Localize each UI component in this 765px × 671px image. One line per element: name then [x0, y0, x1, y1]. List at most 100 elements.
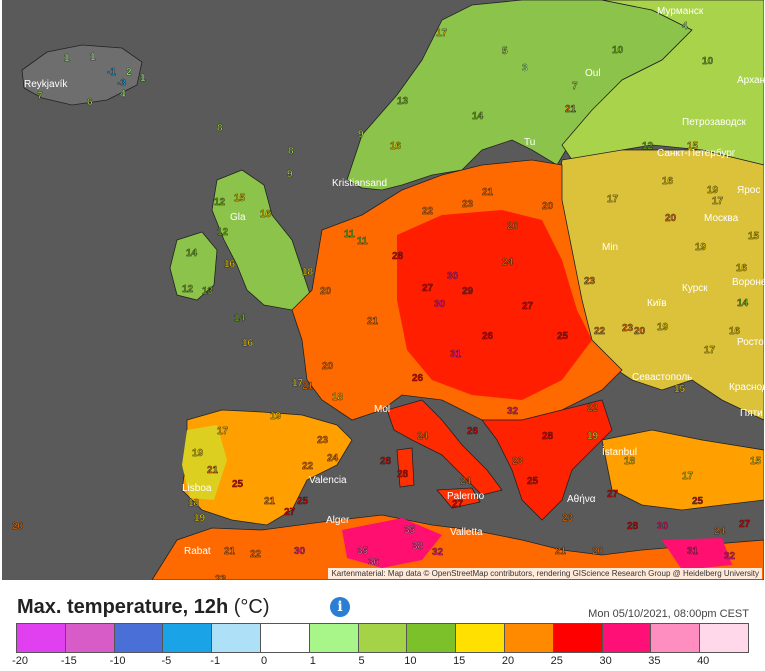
city-label: Valencia [309, 475, 347, 486]
scale-tick-label: -20 [12, 655, 28, 667]
temperature-reading: -3 [117, 78, 126, 89]
scale-swatch [17, 623, 66, 653]
temperature-reading: 24 [417, 431, 429, 442]
scale-tick-label: -10 [109, 655, 126, 667]
city-label: Київ [647, 298, 667, 309]
temperature-reading: 21 [302, 381, 314, 392]
temperature-reading: 36 [368, 557, 380, 568]
city-label: Курск [682, 283, 708, 294]
scale-tick-label: -5 [161, 655, 172, 667]
temperature-reading: 18 [624, 456, 636, 467]
scale-ticks: -20 -15 -10 -5 -1 0 1 5 10 15 20 25 30 35 40 [12, 655, 748, 669]
temperature-reading: 1 [90, 52, 96, 63]
temperature-reading: 11 [344, 229, 355, 240]
temperature-reading: 18 [302, 267, 314, 278]
city-label: Oul [585, 68, 601, 79]
temperature-reading: 31 [687, 546, 699, 557]
temperature-reading: 35 [404, 525, 416, 536]
temperature-reading: 17 [712, 196, 724, 207]
scale-swatch [260, 623, 310, 653]
temperature-reading: 16 [736, 263, 748, 274]
temperature-reading: 23 [622, 323, 634, 334]
scale-swatch [114, 623, 164, 653]
temperature-reading: 8 [217, 123, 223, 134]
temperature-reading: 23 [512, 456, 524, 467]
scale-swatch [700, 623, 749, 653]
temperature-reading: 28 [542, 431, 554, 442]
temperature-reading: 32 [724, 551, 736, 562]
temperature-reading: 26 [482, 331, 494, 342]
temperature-reading: 21 [565, 104, 577, 115]
scale-swatch [504, 623, 554, 653]
temperature-reading: 21 [224, 546, 236, 557]
temperature-reading: 27 [522, 301, 534, 312]
temperature-reading: 13 [202, 286, 214, 297]
temperature-reading: 19 [657, 322, 669, 333]
temperature-reading: 19 [192, 448, 204, 459]
temperature-reading: 26 [467, 426, 479, 437]
temperature-reading: 25 [232, 479, 244, 490]
map-attribution[interactable]: Kartenmaterial: Map data © OpenStreetMap… [328, 568, 762, 579]
city-label: Mol [374, 404, 390, 415]
temperature-reading: 26 [412, 373, 424, 384]
temperature-reading: 24 [502, 257, 514, 268]
temperature-reading: 20 [320, 286, 332, 297]
temperature-reading: 21 [367, 316, 379, 327]
temperature-reading: 23 [562, 513, 574, 524]
color-scale [16, 623, 749, 653]
temperature-reading: 1 [140, 73, 146, 84]
scale-tick-label: 10 [404, 655, 417, 667]
temperature-reading: 24 [327, 453, 339, 464]
scale-tick-label: 40 [697, 655, 710, 667]
temperature-reading: 22 [594, 326, 606, 337]
temperature-reading: 12 [182, 284, 194, 295]
temperature-reading: 15 [750, 456, 762, 467]
temperature-reading: 29 [462, 286, 474, 297]
scale-tick-label: 20 [501, 655, 515, 667]
scale-tick-label: 30 [599, 655, 612, 667]
temperature-reading: 16 [729, 326, 741, 337]
city-label: Alger [326, 515, 350, 526]
city-label: Rabat [184, 546, 211, 557]
temperature-reading: 30 [434, 299, 446, 310]
temperature-reading: 12 [217, 227, 229, 238]
temperature-reading: 18 [188, 498, 200, 509]
temperature-reading: 18 [332, 392, 344, 403]
scale-swatch [407, 623, 457, 653]
scale-swatch [212, 623, 261, 653]
weather-map[interactable]: Reykjavík Kristiansand Мурманск Архан Петроз… [2, 0, 764, 580]
temperature-reading: 23 [462, 199, 474, 210]
temperature-reading: 20 [507, 221, 519, 232]
temperature-reading: 27 [739, 519, 751, 530]
city-label: Москва [704, 213, 739, 224]
temperature-reading: 12 [214, 197, 226, 208]
temperature-reading: 25 [297, 496, 309, 507]
temperature-reading: 27 [607, 489, 619, 500]
temperature-reading: 3 [522, 63, 528, 74]
temperature-reading: 20 [12, 521, 24, 532]
city-label: Краснод [729, 382, 764, 393]
temperature-reading: 32 [432, 547, 444, 558]
scale-tick-label: -15 [60, 655, 77, 667]
city-label: Ярос [737, 185, 760, 196]
temperature-reading: 27 [284, 507, 296, 518]
temperature-reading: 17 [682, 471, 694, 482]
temperature-reading: 7 [572, 81, 578, 92]
temperature-reading: 30 [294, 546, 306, 557]
temperature-reading: 19 [587, 431, 599, 442]
temperature-reading: 23 [317, 435, 329, 446]
info-icon[interactable]: i [330, 597, 350, 617]
scale-swatch [65, 623, 115, 653]
scale-tick-label: -1 [210, 655, 221, 667]
temperature-reading: 38 [412, 541, 424, 552]
temperature-reading: 28 [397, 469, 409, 480]
temperature-reading: 8 [288, 146, 294, 157]
temperature-reading: 19 [695, 242, 707, 253]
city-label: Lisboa [182, 483, 212, 494]
city-label: Мурманск [657, 6, 704, 17]
temperature-reading: 7 [37, 91, 43, 102]
temperature-reading: 25 [557, 331, 569, 342]
temperature-reading: 4 [120, 89, 126, 100]
scale-tick-label: 5 [358, 655, 365, 667]
turkey-land [601, 429, 764, 511]
